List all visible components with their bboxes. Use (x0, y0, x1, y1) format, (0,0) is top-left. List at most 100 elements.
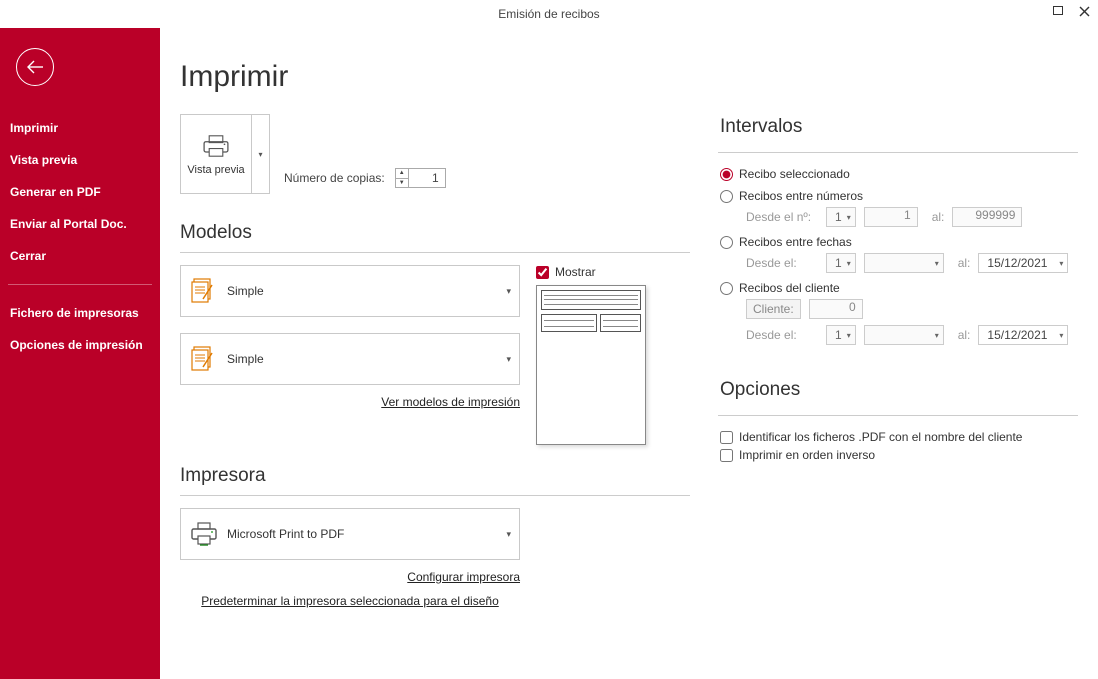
section-impresora: Impresora (180, 465, 690, 487)
chevron-down-icon: ▾ (935, 331, 939, 340)
radio-label: Recibos del cliente (739, 281, 840, 295)
to-date-combo[interactable]: 15/12/2021 ▾ (978, 253, 1068, 273)
nav-opciones-impresion[interactable]: Opciones de impresión (0, 329, 160, 361)
printer-icon (199, 132, 233, 160)
chevron-down-icon: ▾ (847, 331, 851, 340)
nav-label: Opciones de impresión (10, 338, 143, 352)
printer-icon (187, 518, 221, 550)
mostrar-checkbox[interactable] (536, 266, 549, 279)
from-number-input[interactable]: 1 (864, 207, 918, 227)
cliente-input[interactable]: 0 (809, 299, 863, 319)
section-modelos: Modelos (180, 222, 690, 244)
back-button[interactable] (16, 48, 54, 86)
section-intervalos: Intervalos (720, 116, 1078, 138)
nav-label: Enviar al Portal Doc. (10, 217, 127, 231)
cliente-button[interactable]: Cliente: (746, 299, 801, 319)
divider (718, 415, 1078, 416)
nav-vista-previa[interactable]: Vista previa (0, 144, 160, 176)
link-predeterminar-impresora[interactable]: Predeterminar la impresora seleccionada … (201, 594, 499, 608)
radio-entre-numeros[interactable] (720, 190, 733, 203)
vista-previa-label: Vista previa (187, 164, 244, 176)
mostrar-label: Mostrar (555, 265, 596, 279)
chevron-down-icon: ▾ (1059, 331, 1063, 340)
copies-label: Número de copias: (284, 171, 385, 185)
from-date-series-combo[interactable]: 1 ▾ (826, 253, 856, 273)
radio-entre-fechas[interactable] (720, 236, 733, 249)
vista-previa-split-button: Vista previa ▾ (180, 114, 270, 194)
nav-label: Fichero de impresoras (10, 306, 139, 320)
section-opciones: Opciones (720, 379, 1078, 401)
printer-combo[interactable]: Microsoft Print to PDF ▾ (180, 508, 520, 560)
cliente-button-label: Cliente: (753, 302, 794, 316)
link-configurar-impresora[interactable]: Configurar impresora (407, 570, 520, 584)
print-preview-thumbnail (536, 285, 646, 445)
copies-value[interactable]: 1 (409, 171, 445, 185)
vista-previa-button[interactable]: Vista previa (181, 115, 251, 193)
combo-value: 1 (835, 210, 842, 224)
page-title: Imprimir (180, 60, 690, 94)
restore-window-icon[interactable] (1050, 4, 1066, 18)
copies-up-button[interactable]: ▲ (396, 169, 408, 179)
window-title: Emisión de recibos (498, 7, 599, 21)
chevron-down-icon: ▾ (506, 354, 511, 365)
chk-identificar-pdf[interactable] (720, 431, 733, 444)
radio-label: Recibos entre números (739, 189, 863, 203)
nav-generar-pdf[interactable]: Generar en PDF (0, 176, 160, 208)
divider (180, 495, 690, 496)
chk-orden-inverso[interactable] (720, 449, 733, 462)
copies-down-button[interactable]: ▼ (396, 179, 408, 188)
chevron-down-icon: ▾ (1059, 259, 1063, 268)
date-value: 15/12/2021 (987, 328, 1047, 342)
cliente-from-date-empty-combo[interactable]: ▾ (864, 325, 944, 345)
nav-label: Imprimir (10, 121, 58, 135)
combo-value: 1 (835, 256, 842, 270)
nav-enviar-portal[interactable]: Enviar al Portal Doc. (0, 208, 160, 240)
from-number-label: Desde el nº: (746, 210, 818, 224)
radio-recibos-cliente[interactable] (720, 282, 733, 295)
divider (180, 252, 690, 253)
nav-imprimir[interactable]: Imprimir (0, 112, 160, 144)
from-date-label: Desde el: (746, 256, 818, 270)
cliente-from-series-combo[interactable]: 1 ▾ (826, 325, 856, 345)
nav-fichero-impresoras[interactable]: Fichero de impresoras (0, 297, 160, 329)
radio-recibo-seleccionado[interactable] (720, 168, 733, 181)
from-date-empty-combo[interactable]: ▾ (864, 253, 944, 273)
to-label: al: (932, 210, 945, 224)
sidebar: Imprimir Vista previa Generar en PDF Env… (0, 28, 160, 679)
chevron-down-icon: ▾ (847, 213, 851, 222)
vista-previa-dropdown[interactable]: ▾ (251, 115, 269, 193)
printer-label: Microsoft Print to PDF (227, 527, 344, 541)
divider (718, 152, 1078, 153)
radio-label: Recibos entre fechas (739, 235, 852, 249)
from-series-combo[interactable]: 1 ▾ (826, 207, 856, 227)
to-label: al: (958, 256, 971, 270)
copies-spinner: ▲ ▼ 1 (395, 168, 446, 188)
radio-label: Recibo seleccionado (739, 167, 850, 181)
model1-label: Simple (227, 284, 264, 298)
chevron-down-icon: ▾ (935, 259, 939, 268)
document-icon (187, 343, 221, 375)
nav-label: Vista previa (10, 153, 77, 167)
nav-label: Cerrar (10, 249, 46, 263)
to-label: al: (958, 328, 971, 342)
chk-label: Identificar los ficheros .PDF con el nom… (739, 430, 1022, 444)
combo-value: 1 (835, 328, 842, 342)
chevron-down-icon: ▾ (847, 259, 851, 268)
to-number-input[interactable]: 999999 (952, 207, 1022, 227)
model2-combo[interactable]: Simple ▾ (180, 333, 520, 385)
date-value: 15/12/2021 (987, 256, 1047, 270)
model1-combo[interactable]: Simple ▾ (180, 265, 520, 317)
close-window-icon[interactable] (1076, 4, 1092, 18)
model2-label: Simple (227, 352, 264, 366)
nav-cerrar[interactable]: Cerrar (0, 240, 160, 272)
chevron-down-icon: ▾ (506, 529, 511, 540)
document-icon (187, 275, 221, 307)
cliente-from-date-label: Desde el: (746, 328, 818, 342)
link-ver-modelos[interactable]: Ver modelos de impresión (381, 395, 520, 409)
title-bar: Emisión de recibos (0, 0, 1098, 28)
nav-label: Generar en PDF (10, 185, 101, 199)
chevron-down-icon: ▾ (506, 286, 511, 297)
sidebar-divider (8, 284, 152, 285)
cliente-to-date-combo[interactable]: 15/12/2021 ▾ (978, 325, 1068, 345)
chk-label: Imprimir en orden inverso (739, 448, 875, 462)
